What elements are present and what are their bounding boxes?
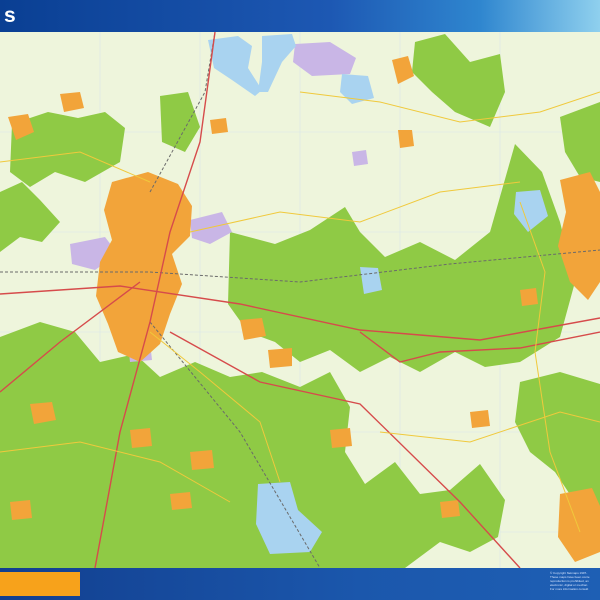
village-n [170,492,192,510]
village-k [210,118,228,134]
header-bar: s [0,0,600,32]
village-c [240,318,266,340]
footer-accent-block [0,572,80,596]
copyright-line: For more information consult [550,587,589,591]
village-m [440,500,460,518]
village-d [268,348,292,368]
industrial-east [352,150,368,166]
village-f [130,428,152,448]
map-canvas[interactable] [0,32,600,568]
village-i [470,410,490,428]
copyright-notice: © Copyright Netmaps 1997- These maps hav… [550,571,598,591]
village-j [520,288,538,306]
village-h [330,428,352,448]
village-g [190,450,214,470]
map-frame: s © Copyright Netmaps 1997- These maps h… [0,0,600,600]
village-e [30,402,56,424]
map-title: s [4,4,17,27]
village-b [398,130,414,148]
village-l [10,500,32,520]
footer-bar [0,568,600,600]
